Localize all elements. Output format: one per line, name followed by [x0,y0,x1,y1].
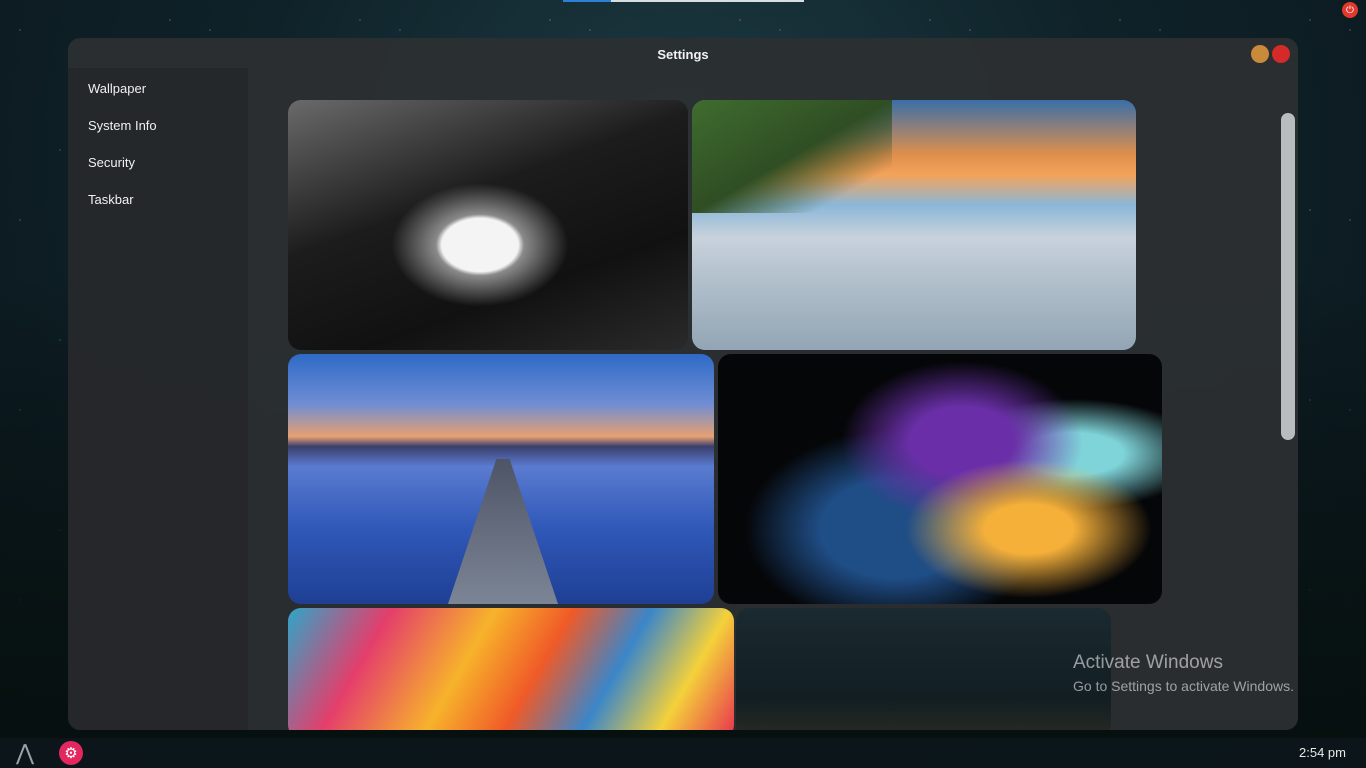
sidebar-item-system-info[interactable]: System Info [68,105,248,142]
sidebar-item-taskbar[interactable]: Taskbar [68,179,248,216]
window-title: Settings [657,47,709,62]
title-bar[interactable]: Settings [68,38,1298,70]
wallpaper-gallery [288,100,1178,730]
sidebar-item-security[interactable]: Security [68,142,248,179]
settings-sidebar: Wallpaper System Info Security Taskbar [68,68,248,730]
wallpaper-thumb-beach-sunset[interactable] [692,100,1136,350]
app-launcher-button[interactable]: ⋀ [12,738,38,768]
wallpaper-thumb-night-sky[interactable] [736,608,1111,730]
activate-subtext: Go to Settings to activate Windows. [1073,678,1294,694]
wallpaper-thumb-lake-pier[interactable] [288,354,714,604]
taskbar-settings-app[interactable]: ⚙ [58,738,84,768]
wallpaper-thumb-white-wolf[interactable] [288,100,688,350]
workspace-indicator-active [563,0,611,2]
gallery-scrollbar[interactable] [1281,113,1295,440]
activate-heading: Activate Windows [1073,652,1223,673]
workspace-indicator[interactable] [563,0,804,2]
close-button[interactable] [1272,45,1290,63]
wallpaper-thumb-abstract-fluid[interactable] [718,354,1162,604]
taskbar: ⋀ ⚙ 2:54 pm [0,738,1366,768]
activate-windows-watermark: Activate Windows Go to Settings to activ… [1073,652,1294,694]
sidebar-item-wallpaper[interactable]: Wallpaper [68,68,248,105]
settings-window: Settings Wallpaper System Info Security … [68,38,1298,730]
wallpaper-thumb-colorful-paint[interactable] [288,608,734,730]
taskbar-clock: 2:54 pm [1299,745,1346,760]
power-icon: ⏻ [1346,4,1354,16]
power-button[interactable]: ⏻ [1342,2,1358,18]
minimize-button[interactable] [1251,45,1269,63]
gear-icon: ⚙ [59,741,83,765]
launcher-icon: ⋀ [15,740,35,765]
